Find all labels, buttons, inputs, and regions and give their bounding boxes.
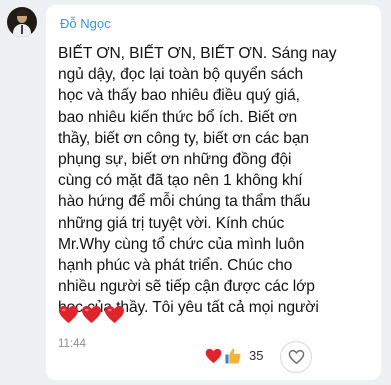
heart-reaction-icon <box>205 348 222 363</box>
red-heart-emoji-icon <box>105 305 124 324</box>
reaction-count: 35 <box>249 348 264 363</box>
react-button[interactable] <box>280 341 312 373</box>
message-text: BIẾT ƠN, BIẾT ƠN, BIẾT ƠN. Sáng nay ngủ … <box>58 45 337 317</box>
sender-name[interactable]: Đỗ Ngọc <box>60 16 111 31</box>
sender-avatar[interactable] <box>7 7 37 37</box>
red-heart-emoji-icon <box>59 305 78 324</box>
heart-emoji-row <box>58 305 125 324</box>
message-timestamp: 11:44 <box>58 338 86 350</box>
message-bubble[interactable]: Đỗ Ngọc BIẾT ƠN, BIẾT ƠN, BIẾT ƠN. Sáng … <box>46 5 381 380</box>
avatar-hair <box>16 10 28 16</box>
red-heart-emoji-icon <box>82 305 101 324</box>
reaction-summary[interactable]: 35 <box>205 343 263 368</box>
avatar-tie <box>21 25 23 34</box>
thumbs-up-reaction-icon <box>225 348 241 363</box>
heart-outline-icon <box>288 349 304 365</box>
